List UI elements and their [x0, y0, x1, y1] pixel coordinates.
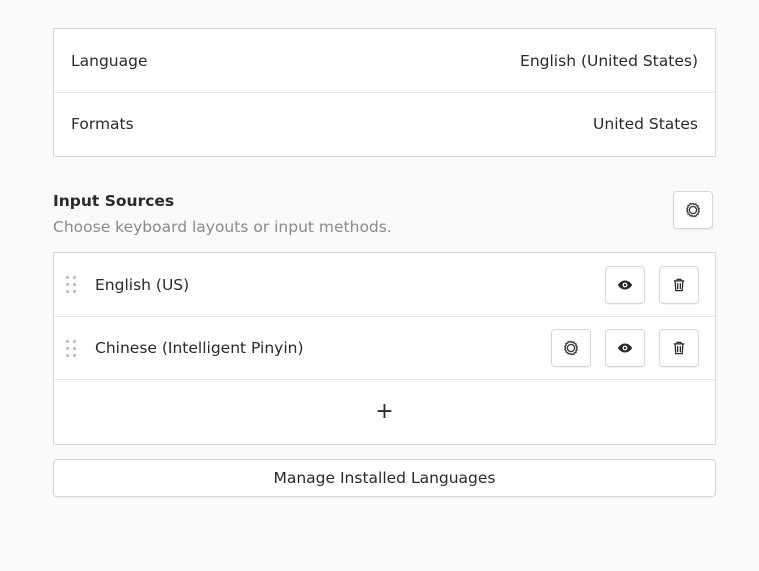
formats-row[interactable]: Formats United States — [54, 92, 715, 155]
language-row[interactable]: Language English (United States) — [54, 29, 715, 92]
add-input-source-button[interactable]: + — [54, 379, 715, 443]
region-settings-card: Language English (United States) Formats… — [53, 28, 716, 157]
input-sources-subtitle: Choose keyboard layouts or input methods… — [53, 218, 392, 236]
manage-installed-languages-label: Manage Installed Languages — [273, 469, 496, 487]
trash-icon — [673, 341, 685, 355]
preview-layout-button[interactable] — [605, 329, 645, 367]
input-sources-options-button[interactable] — [673, 191, 713, 229]
formats-value: United States — [593, 115, 698, 133]
eye-icon — [617, 280, 633, 289]
remove-input-source-button[interactable] — [659, 329, 699, 367]
list-item: English (US) — [54, 253, 715, 316]
plus-icon: + — [375, 399, 394, 424]
trash-icon — [673, 278, 685, 291]
input-sources-title: Input Sources — [53, 192, 175, 210]
gear-icon — [686, 202, 700, 218]
language-label: Language — [71, 51, 148, 70]
remove-input-source-button[interactable] — [659, 265, 699, 304]
input-source-name: Chinese (Intelligent Pinyin) — [95, 339, 304, 357]
formats-label: Formats — [71, 115, 134, 133]
input-source-settings-button[interactable] — [551, 329, 591, 367]
manage-installed-languages-button[interactable]: Manage Installed Languages — [53, 459, 716, 497]
preview-layout-button[interactable] — [605, 265, 645, 304]
input-source-name: English (US) — [95, 275, 190, 294]
input-sources-list: English (US) Chinese (Intelligent Pinyin… — [53, 252, 716, 445]
gear-icon — [564, 340, 578, 356]
eye-icon — [617, 343, 633, 353]
language-value: English (United States) — [520, 51, 698, 70]
drag-handle-icon[interactable] — [64, 276, 78, 294]
list-item: Chinese (Intelligent Pinyin) — [54, 316, 715, 379]
drag-handle-icon[interactable] — [64, 339, 78, 357]
